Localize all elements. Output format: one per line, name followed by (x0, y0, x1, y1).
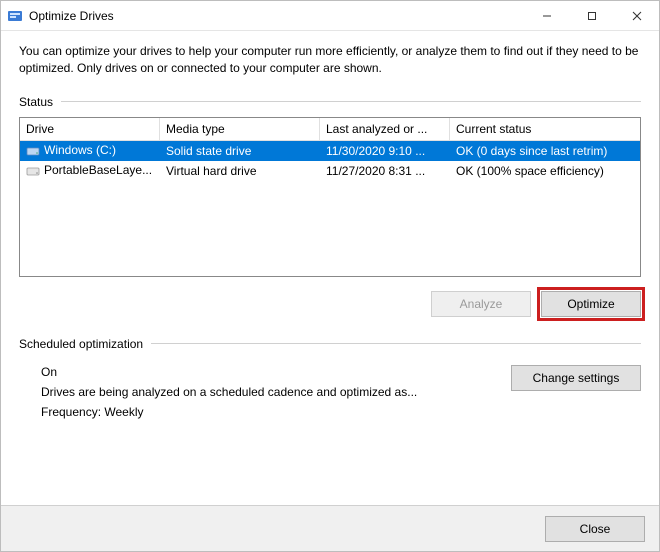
cell-media: Solid state drive (160, 144, 320, 158)
col-last[interactable]: Last analyzed or ... (320, 118, 450, 140)
scheduled-group: Scheduled optimization On Drives are bei… (19, 337, 641, 419)
cell-last: 11/30/2020 9:10 ... (320, 144, 450, 158)
status-button-row: Analyze Optimize (19, 291, 641, 317)
cell-drive: PortableBaseLaye... (20, 163, 160, 178)
optimize-drives-window: Optimize Drives You can optimize your dr… (0, 0, 660, 552)
cell-status: OK (0 days since last retrim) (450, 144, 640, 158)
window-controls (524, 1, 659, 30)
titlebar: Optimize Drives (1, 1, 659, 31)
cell-status: OK (100% space efficiency) (450, 164, 640, 178)
scheduled-group-label: Scheduled optimization (19, 337, 641, 351)
status-label: Status (19, 95, 53, 109)
cell-last: 11/27/2020 8:31 ... (320, 164, 450, 178)
col-drive[interactable]: Drive (20, 118, 160, 140)
drive-row[interactable]: Windows (C:) Solid state drive 11/30/202… (20, 141, 640, 161)
divider (151, 343, 641, 344)
scheduled-frequency: Frequency: Weekly (41, 405, 511, 419)
drive-name: Windows (C:) (44, 143, 116, 157)
drive-icon (26, 144, 40, 158)
status-group-label: Status (19, 95, 641, 109)
optimize-button[interactable]: Optimize (541, 291, 641, 317)
defrag-app-icon (7, 8, 23, 24)
scheduled-label: Scheduled optimization (19, 337, 143, 351)
cell-media: Virtual hard drive (160, 164, 320, 178)
listview-header: Drive Media type Last analyzed or ... Cu… (20, 118, 640, 141)
change-settings-button[interactable]: Change settings (511, 365, 641, 391)
scheduled-detail: Drives are being analyzed on a scheduled… (41, 385, 511, 399)
maximize-button[interactable] (569, 1, 614, 30)
minimize-button[interactable] (524, 1, 569, 30)
close-button[interactable]: Close (545, 516, 645, 542)
col-status[interactable]: Current status (450, 118, 640, 140)
drive-icon (26, 164, 40, 178)
scheduled-state: On (41, 365, 511, 379)
window-title: Optimize Drives (29, 9, 524, 23)
analyze-button[interactable]: Analyze (431, 291, 531, 317)
drive-row[interactable]: PortableBaseLaye... Virtual hard drive 1… (20, 161, 640, 181)
drive-name: PortableBaseLaye... (44, 163, 152, 177)
close-window-button[interactable] (614, 1, 659, 30)
divider (61, 101, 641, 102)
scheduled-text: On Drives are being analyzed on a schedu… (41, 365, 511, 419)
scheduled-buttons: Change settings (511, 365, 641, 419)
description-text: You can optimize your drives to help you… (19, 43, 641, 77)
content-area: You can optimize your drives to help you… (1, 31, 659, 505)
drives-listview[interactable]: Drive Media type Last analyzed or ... Cu… (19, 117, 641, 277)
col-media[interactable]: Media type (160, 118, 320, 140)
scheduled-body: On Drives are being analyzed on a schedu… (19, 359, 641, 419)
cell-drive: Windows (C:) (20, 143, 160, 158)
footer-bar: Close (1, 505, 659, 551)
